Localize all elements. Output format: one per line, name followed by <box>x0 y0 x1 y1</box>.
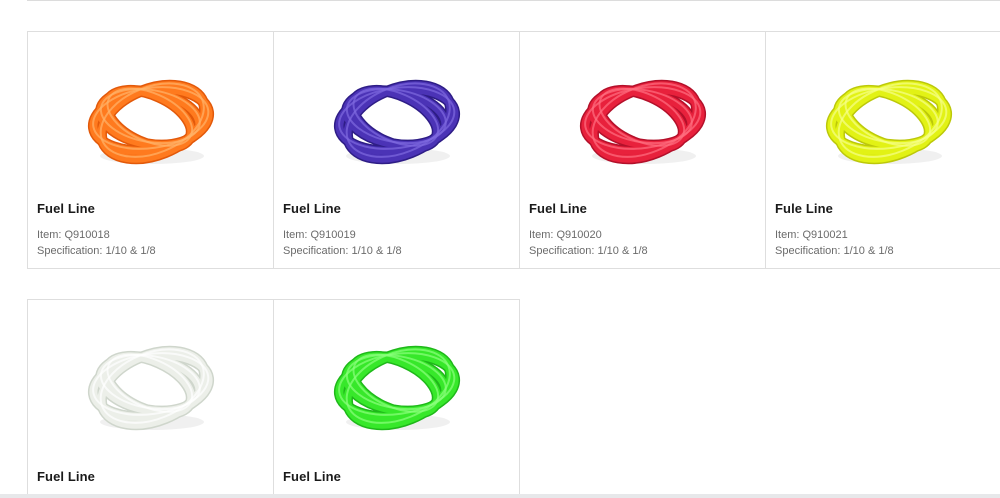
product-item-number: Item: Q910020 <box>529 229 602 241</box>
bottom-scroll-strip <box>0 494 1000 498</box>
orange-tubing-coil-image[interactable] <box>76 60 226 180</box>
product-title[interactable]: Fuel Line <box>37 201 95 216</box>
yellow-tubing-coil-image[interactable] <box>814 60 964 180</box>
purple-tubing-coil-image[interactable] <box>322 60 472 180</box>
product-card[interactable]: Fuel Line Item: Q910019 Specification: 1… <box>273 31 520 269</box>
red-tubing-coil-image <box>579 79 706 165</box>
product-title[interactable]: Fuel Line <box>529 201 587 216</box>
product-title[interactable]: Fuel Line <box>283 469 341 484</box>
product-title[interactable]: Fule Line <box>775 201 833 216</box>
product-card[interactable]: Fule Line Item: Q910021 Specification: 1… <box>765 31 1000 269</box>
product-title[interactable]: Fuel Line <box>283 201 341 216</box>
product-specification: Specification: 1/10 & 1/8 <box>529 245 648 257</box>
orange-tubing-coil-image <box>87 79 214 165</box>
product-item-number: Item: Q910019 <box>283 229 356 241</box>
green-tubing-coil-image <box>333 345 460 431</box>
red-tubing-coil-image[interactable] <box>568 60 718 180</box>
product-item-number: Item: Q910018 <box>37 229 110 241</box>
product-specification: Specification: 1/10 & 1/8 <box>775 245 894 257</box>
yellow-tubing-coil-image <box>825 79 952 165</box>
top-divider <box>27 0 1000 1</box>
product-title[interactable]: Fuel Line <box>37 469 95 484</box>
product-card[interactable]: Fuel Line <box>27 299 274 498</box>
product-card[interactable]: Fuel Line Item: Q910020 Specification: 1… <box>519 31 766 269</box>
product-specification: Specification: 1/10 & 1/8 <box>37 245 156 257</box>
green-tubing-coil-image[interactable] <box>322 326 472 446</box>
product-card[interactable]: Fuel Line Item: Q910018 Specification: 1… <box>27 31 274 269</box>
clear-tubing-coil-image[interactable] <box>76 326 226 446</box>
product-card[interactable]: Fuel Line <box>273 299 520 498</box>
purple-tubing-coil-image <box>333 79 460 165</box>
product-specification: Specification: 1/10 & 1/8 <box>283 245 402 257</box>
product-grid-page: Fuel Line Item: Q910018 Specification: 1… <box>0 0 1000 498</box>
product-item-number: Item: Q910021 <box>775 229 848 241</box>
clear-tubing-coil-image <box>87 345 214 431</box>
